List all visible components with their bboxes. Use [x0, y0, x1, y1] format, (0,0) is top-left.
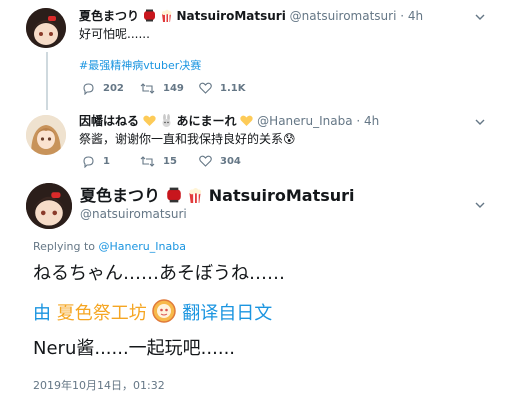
- main-timestamp[interactable]: 2019年10月14日，01:32: [33, 377, 165, 393]
- red-lantern-icon: [166, 187, 182, 208]
- main-handle[interactable]: @natsuiromatsuri: [80, 207, 187, 221]
- rabbit-icon: [160, 114, 173, 131]
- retweet-count: 149: [163, 83, 184, 94]
- reply-count: 202: [103, 83, 124, 94]
- like-button[interactable]: 304: [199, 155, 241, 167]
- translated-text: Neru酱......一起玩吧......: [33, 338, 236, 359]
- chevron-down-icon[interactable]: [473, 115, 487, 129]
- tweet2-name-mid[interactable]: あにまーれ: [177, 114, 237, 128]
- avatar-haneru-inaba[interactable]: [26, 115, 66, 155]
- like-icon: [199, 155, 212, 167]
- reply-button[interactable]: 202: [82, 82, 124, 95]
- reply-icon: [83, 156, 94, 168]
- main-name-row: 夏色まつり NatsuiroMatsuri: [80, 186, 355, 208]
- reply-button[interactable]: 1: [82, 155, 110, 168]
- yellow-heart-icon: [240, 115, 253, 131]
- translation-attribution: 由 夏色祭工坊 翻译自日文: [33, 299, 272, 330]
- red-lantern-icon: [143, 9, 156, 26]
- tweet1-time[interactable]: · 4h: [400, 9, 423, 23]
- main-name-suffix[interactable]: NatsuiroMatsuri: [209, 186, 355, 205]
- tweet1-name-suffix[interactable]: NatsuiroMatsuri: [177, 9, 286, 23]
- retweet-count: 15: [163, 156, 177, 167]
- retweet-button[interactable]: 149: [140, 82, 184, 95]
- translation-prefix: 由: [33, 303, 51, 324]
- like-count: 1.1K: [220, 82, 246, 94]
- popcorn-icon: [187, 187, 203, 208]
- tweet2-header: 因幡はねる あにまーれ @Haneru_Inaba · 4h: [79, 113, 379, 131]
- replying-to: Replying to @Haneru_Inaba: [33, 240, 186, 253]
- replying-to-handle[interactable]: @Haneru_Inaba: [99, 240, 186, 253]
- chevron-down-icon[interactable]: [473, 10, 487, 24]
- tweet1-name[interactable]: 夏色まつり: [79, 9, 139, 23]
- tweet1-text: 好可怕呢......: [79, 27, 150, 41]
- translation-source[interactable]: 夏色祭工坊: [57, 303, 147, 324]
- replying-to-label: Replying to: [33, 240, 96, 253]
- translation-suffix[interactable]: 翻译自日文: [182, 303, 272, 324]
- tweet2-name[interactable]: 因幡はねる: [79, 114, 139, 128]
- tweet1-handle[interactable]: @natsuiromatsuri: [290, 9, 397, 23]
- tweet2-text: 祭酱，谢谢你一直和我保持良好的关系😰: [79, 132, 296, 146]
- retweet-icon: [140, 83, 155, 94]
- like-button[interactable]: 1.1K: [199, 82, 245, 94]
- reply-count: 1: [103, 156, 110, 167]
- tweet2-handle[interactable]: @Haneru_Inaba: [257, 114, 352, 128]
- main-tweet-text: ねるちゃん……あそぼうね……: [33, 263, 285, 284]
- yellow-heart-icon: [143, 115, 156, 131]
- thread-line: [46, 52, 48, 110]
- main-name[interactable]: 夏色まつり: [80, 186, 160, 205]
- translator-logo-icon: [152, 299, 177, 330]
- retweet-button[interactable]: 15: [140, 155, 177, 168]
- retweet-icon: [140, 156, 155, 167]
- like-count: 304: [220, 155, 241, 167]
- avatar-natsuiromatsuri[interactable]: [26, 8, 66, 48]
- reply-icon: [83, 83, 94, 95]
- tweet2-time[interactable]: · 4h: [356, 114, 379, 128]
- popcorn-icon: [160, 9, 173, 26]
- tweet1-header: 夏色まつり NatsuiroMatsuri @natsuiromatsuri ·…: [79, 8, 423, 26]
- avatar-natsuiromatsuri-main[interactable]: [26, 183, 72, 229]
- tweet1-hashtag[interactable]: #最强精神病vtuber决赛: [79, 58, 201, 74]
- tweet1-actions: 202 149 1.1K: [82, 82, 282, 98]
- chevron-down-icon[interactable]: [473, 198, 487, 212]
- tweet2-actions: 1 15 304: [82, 155, 282, 171]
- like-icon: [199, 82, 212, 94]
